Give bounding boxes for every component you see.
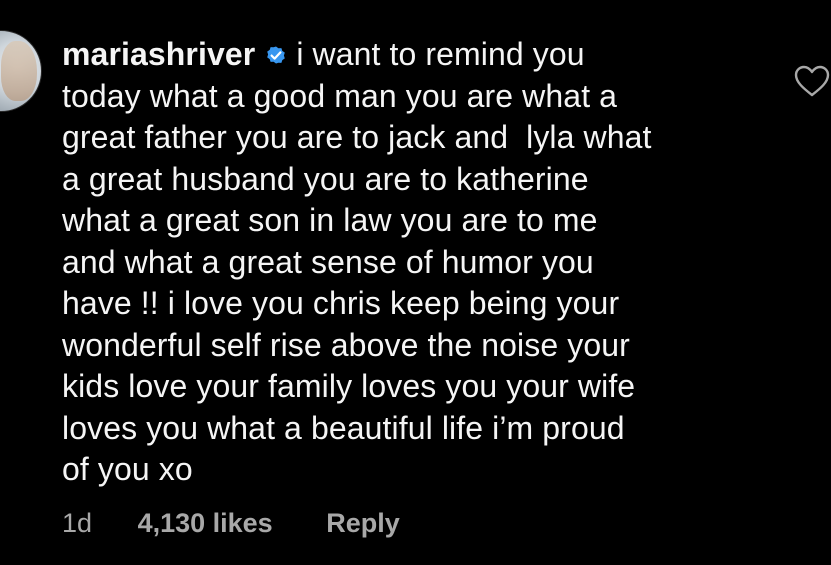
comment-line: a great husband you are to katherine <box>62 160 589 197</box>
comment-line: today what a good man you are what a <box>62 77 618 114</box>
like-count[interactable]: 4,130 likes <box>138 508 273 539</box>
comment-line: i want to remind you <box>296 36 585 72</box>
comment-line: kids love your family loves you your wif… <box>62 368 636 404</box>
heart-outline-icon[interactable] <box>793 64 831 98</box>
reply-button[interactable]: Reply <box>326 508 400 539</box>
comment-meta: 1d 4,130 likes Reply <box>62 508 400 539</box>
comment-body: mariashriver i want to remind you today wh… <box>62 34 762 491</box>
comment-line: and what a great sense of humor you <box>62 243 594 280</box>
verified-badge-icon <box>267 46 286 64</box>
comment-line: wonderful self rise above the noise your <box>62 326 630 363</box>
comment: mariashriver i want to remind you today wh… <box>0 0 831 565</box>
avatar[interactable] <box>0 30 42 112</box>
comment-line: have !! i love you chris keep being your <box>62 285 620 321</box>
comment-line: of you xo <box>62 451 193 487</box>
comment-time: 1d <box>62 508 93 538</box>
comment-line: great father you are to jack and lyla wh… <box>62 119 652 155</box>
comment-line: loves you what a beautiful life i’m prou… <box>62 409 625 446</box>
username[interactable]: mariashriver <box>62 36 255 72</box>
avatar-photo <box>1 41 37 101</box>
comment-line: what a great son in law you are to me <box>62 202 598 238</box>
